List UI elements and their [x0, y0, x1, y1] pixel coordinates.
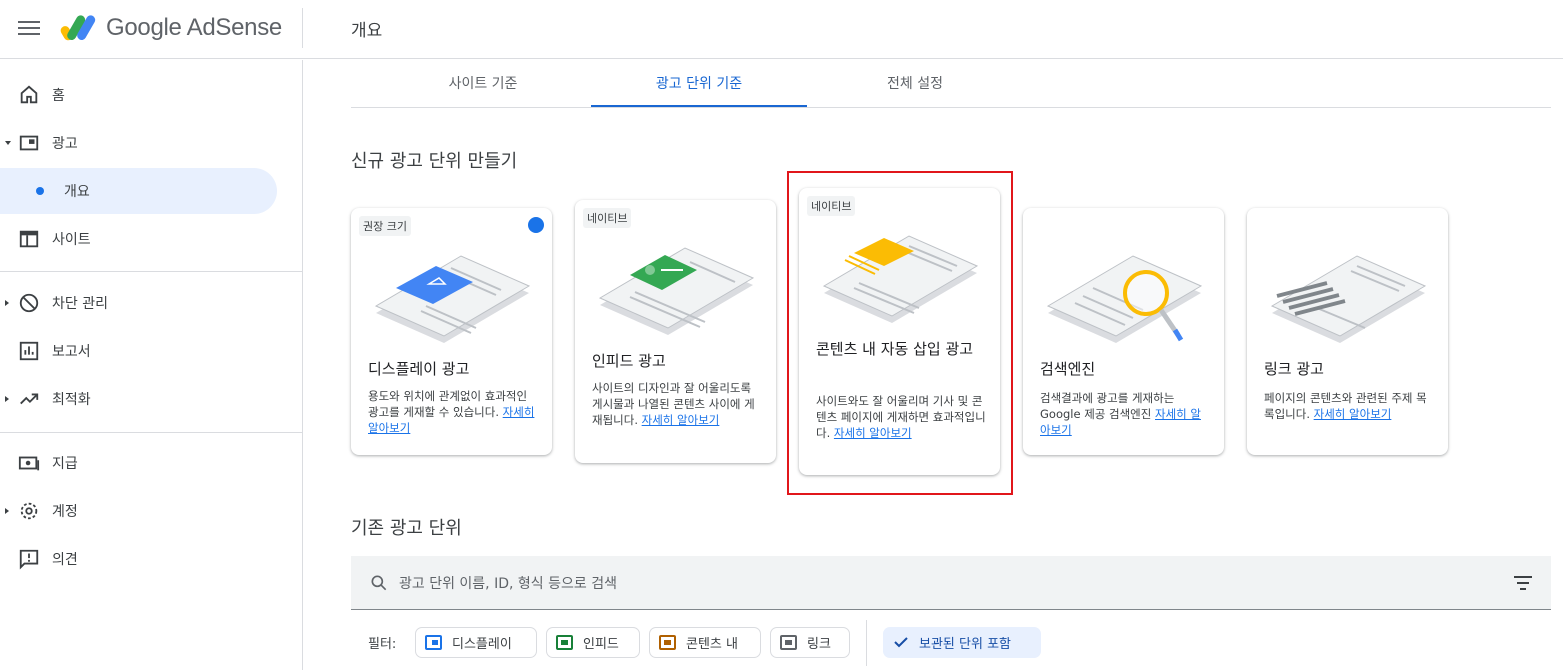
filter-list-icon[interactable]	[1513, 575, 1533, 591]
card-title: 검색엔진	[1040, 360, 1096, 378]
in-feed-ad-card[interactable]: 네이티브 인피드 광고 사이트의 디자인과 잘 어울리도록 게시물과 나열된 콘…	[575, 200, 776, 463]
display-ad-illustration	[374, 255, 531, 343]
expand-caret-icon[interactable]	[5, 508, 9, 514]
sidebar-item-label: 지급	[52, 456, 78, 472]
in-article-ad-icon	[659, 635, 676, 650]
chip-label: 디스플레이	[452, 637, 512, 652]
sidebar-item-optimization[interactable]: 최적화	[0, 376, 280, 422]
bar-chart-icon	[19, 341, 39, 361]
sidebar-divider	[0, 432, 302, 433]
link-ad-illustration	[1270, 255, 1427, 343]
brand-name: Google AdSense	[106, 14, 282, 41]
expand-caret-icon[interactable]	[5, 396, 9, 402]
card-description: 페이지의 콘텐츠와 관련된 주제 목록입니다. 자세히 알아보기	[1264, 391, 1427, 421]
filter-chip-in-article[interactable]: 콘텐츠 내	[649, 627, 761, 658]
sidebar-item-label: 차단 관리	[52, 296, 108, 312]
search-input[interactable]: 광고 단위 이름, ID, 형식 등으로 검색	[399, 573, 617, 593]
feedback-icon	[19, 549, 39, 570]
tab-global-settings[interactable]: 전체 설정	[807, 60, 1023, 107]
sidebar-item-label: 계정	[52, 504, 78, 520]
sidebar-item-account[interactable]: 계정	[0, 488, 280, 534]
search-engine-card[interactable]: 검색엔진 검색결과에 광고를 게재하는 Google 제공 검색엔진 자세히 알…	[1023, 208, 1224, 455]
filter-divider	[866, 620, 867, 666]
tab-by-ad-unit[interactable]: 광고 단위 기준	[591, 60, 807, 107]
menu-icon[interactable]	[18, 18, 40, 40]
card-title: 디스플레이 광고	[368, 360, 470, 378]
sidebar-item-reports[interactable]: 보고서	[0, 328, 280, 374]
filter-label: 필터:	[368, 637, 397, 652]
sidebar-item-label: 보고서	[52, 344, 91, 360]
ad-unit-icon	[19, 135, 39, 151]
learn-more-link[interactable]: 자세히 알아보기	[642, 413, 720, 427]
tab-bar: 사이트 기준 광고 단위 기준 전체 설정	[351, 60, 1551, 108]
sidebar-item-overview[interactable]: 개요	[0, 168, 277, 214]
link-ad-card[interactable]: 링크 광고 페이지의 콘텐츠와 관련된 주제 목록입니다. 자세히 알아보기	[1247, 208, 1448, 455]
display-ad-icon	[425, 635, 442, 650]
native-badge: 네이티브	[583, 208, 632, 228]
card-title: 인피드 광고	[592, 352, 666, 370]
filter-chip-display[interactable]: 디스플레이	[415, 627, 537, 658]
in-feed-ad-icon	[556, 635, 573, 650]
chip-label: 보관된 단위 포함	[919, 637, 1011, 652]
tab-by-site[interactable]: 사이트 기준	[375, 60, 591, 107]
existing-ad-units-heading: 기존 광고 단위	[351, 518, 462, 539]
expand-caret-icon[interactable]	[5, 141, 11, 145]
block-icon	[19, 293, 39, 313]
sidebar-item-label: 최적화	[52, 392, 91, 408]
sidebar-item-home[interactable]: 홈	[0, 72, 280, 118]
card-description: 사이트와도 잘 어울리며 기사 및 콘텐츠 페이지에 게재하면 효과적입니다. …	[816, 394, 986, 440]
link-ad-icon	[780, 635, 797, 650]
card-title: 콘텐츠 내 자동 삽입 광고	[816, 340, 974, 358]
native-badge: 네이티브	[807, 196, 856, 216]
sites-icon	[19, 230, 39, 248]
card-description: 사이트의 디자인과 잘 어울리도록 게시물과 나열된 콘텐츠 사이에 게재됩니다…	[592, 381, 755, 427]
include-archived-toggle[interactable]: 보관된 단위 포함	[883, 627, 1041, 658]
page-title: 개요	[351, 21, 383, 41]
sidebar-item-sites[interactable]: 사이트	[0, 216, 280, 262]
chip-label: 인피드	[583, 637, 619, 652]
sidebar-item-label: 사이트	[52, 232, 91, 248]
trending-up-icon	[20, 393, 39, 405]
card-description: 검색결과에 광고를 게재하는 Google 제공 검색엔진 자세히 알아보기	[1040, 391, 1201, 437]
learn-more-link[interactable]: 자세히 알아보기	[1314, 407, 1392, 421]
top-app-bar: Google AdSense 개요	[0, 0, 1563, 59]
learn-more-link[interactable]: 자세히 알아보기	[834, 426, 912, 440]
in-article-ad-illustration	[822, 235, 979, 323]
sidebar-item-label: 의견	[52, 552, 78, 568]
home-icon	[20, 85, 38, 104]
card-title: 링크 광고	[1264, 360, 1324, 378]
search-engine-illustration	[1046, 255, 1203, 343]
chip-label: 링크	[807, 637, 831, 652]
search-icon	[371, 575, 387, 591]
chip-label: 콘텐츠 내	[686, 637, 738, 652]
sidebar: 홈 광고 개요 사이트 차단 관리 보고서 최적화 지급 계정 의견	[0, 60, 303, 670]
bolt-icon	[528, 217, 544, 233]
recommended-size-badge: 권장 크기	[359, 216, 411, 236]
adsense-logo	[60, 15, 96, 41]
new-ad-unit-heading: 신규 광고 단위 만들기	[351, 151, 518, 172]
filter-chip-link[interactable]: 링크	[770, 627, 850, 658]
sidebar-divider	[0, 271, 302, 272]
sidebar-item-label: 홈	[52, 88, 65, 104]
sidebar-item-label: 광고	[52, 136, 78, 152]
check-icon	[894, 637, 908, 648]
in-feed-ad-illustration	[598, 247, 755, 335]
gear-icon	[20, 502, 38, 520]
sidebar-item-blocking[interactable]: 차단 관리	[0, 280, 280, 326]
sidebar-item-feedback[interactable]: 의견	[0, 536, 280, 582]
sidebar-item-payments[interactable]: 지급	[0, 440, 280, 486]
card-description: 용도와 위치에 관계없이 효과적인 광고를 게재할 수 있습니다. 자세히 알아…	[368, 389, 535, 435]
header-divider	[302, 8, 303, 48]
display-ad-card[interactable]: 권장 크기 디스플레이 광고 용도와 위치에 관계없이 효과적인 광고를 게재할…	[351, 208, 552, 455]
sidebar-item-ads[interactable]: 광고	[0, 120, 280, 166]
filter-chip-in-feed[interactable]: 인피드	[546, 627, 640, 658]
active-dot-icon	[36, 187, 44, 195]
expand-caret-icon[interactable]	[5, 300, 9, 306]
ad-unit-search-bar[interactable]: 광고 단위 이름, ID, 형식 등으로 검색	[351, 556, 1551, 610]
payments-icon	[18, 456, 40, 471]
sidebar-item-label: 개요	[64, 184, 90, 200]
in-article-ad-card[interactable]: 네이티브 콘텐츠 내 자동 삽입 광고 사이트와도 잘 어울리며 기사 및 콘텐…	[799, 188, 1000, 475]
